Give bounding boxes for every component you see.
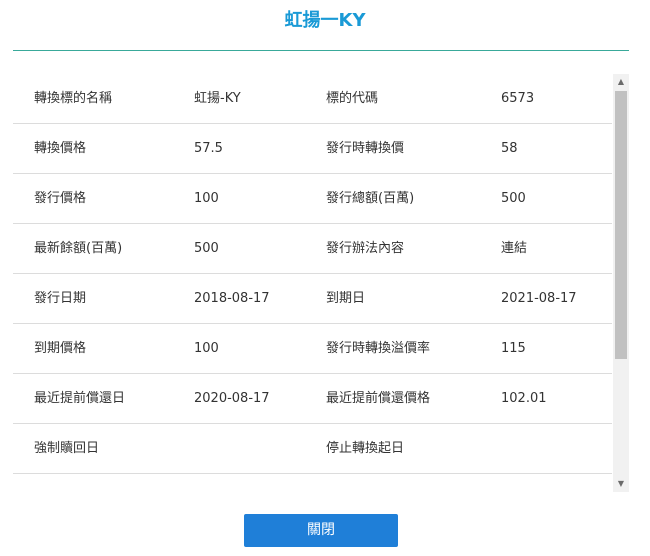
field-label: 轉換標的名稱	[34, 91, 113, 106]
field-label: 發行時轉換價	[326, 141, 405, 156]
field-value: 2020-08-17	[194, 391, 270, 406]
field-label: 發行總額(百萬)	[326, 191, 415, 206]
field-label: 發行辦法內容	[326, 241, 405, 256]
field-value: 100	[194, 341, 219, 356]
field-label: 發行價格	[34, 191, 87, 206]
field-label: 發行時轉換溢價率	[326, 341, 431, 356]
field-value: 2021-08-17	[501, 291, 577, 306]
table-row: 發行價格 100 發行總額(百萬) 500	[13, 174, 612, 224]
field-label: 停止轉換起日	[326, 441, 405, 456]
issue-terms-link[interactable]: 連結	[501, 224, 527, 273]
field-value: 57.5	[194, 141, 223, 156]
field-label: 強制贖回日	[34, 441, 100, 456]
field-value: 58	[501, 141, 518, 156]
scroll-up-arrow-icon[interactable]: ▲	[613, 74, 629, 90]
field-value: 115	[501, 341, 526, 356]
field-label: 轉換價格	[34, 141, 87, 156]
field-label: 標的代碼	[326, 91, 379, 106]
table-row: 轉換價格 57.5 發行時轉換價 58	[13, 124, 612, 174]
field-label: 到期日	[326, 291, 366, 306]
field-label: 最近提前償還價格	[326, 391, 431, 406]
table-row: 最新餘額(百萬) 500 發行辦法內容 連結	[13, 224, 612, 274]
title-divider	[13, 50, 629, 51]
field-label: 最近提前償還日	[34, 391, 126, 406]
detail-table: 轉換標的名稱 虹揚-KY 標的代碼 6573 轉換價格 57.5 發行時轉換價 58 發行價格 1…	[13, 74, 612, 492]
table-row	[13, 474, 612, 492]
field-value: 500	[194, 241, 219, 256]
close-button[interactable]: 關閉	[244, 514, 398, 547]
field-value: 102.01	[501, 391, 547, 406]
field-value: 500	[501, 191, 526, 206]
field-value: 2018-08-17	[194, 291, 270, 306]
vertical-scrollbar[interactable]: ▲ ▼	[613, 74, 629, 492]
field-value: 100	[194, 191, 219, 206]
table-row: 發行日期 2018-08-17 到期日 2021-08-17	[13, 274, 612, 324]
table-row: 到期價格 100 發行時轉換溢價率 115	[13, 324, 612, 374]
table-row: 轉換標的名稱 虹揚-KY 標的代碼 6573	[13, 74, 612, 124]
field-value: 6573	[501, 91, 535, 106]
table-row: 強制贖回日 停止轉換起日	[13, 424, 612, 474]
field-label: 到期價格	[34, 341, 87, 356]
field-label: 發行日期	[34, 291, 87, 306]
detail-table-container[interactable]: 轉換標的名稱 虹揚-KY 標的代碼 6573 轉換價格 57.5 發行時轉換價 58 發行價格 1…	[13, 74, 629, 492]
scroll-down-arrow-icon[interactable]: ▼	[613, 476, 629, 492]
field-value: 虹揚-KY	[194, 91, 241, 106]
dialog-title: 虹揚一KY	[284, 10, 366, 31]
scroll-thumb[interactable]	[615, 91, 627, 359]
table-row: 最近提前償還日 2020-08-17 最近提前償還價格 102.01	[13, 374, 612, 424]
cb-detail-dialog: 虹揚一KY 轉換標的名稱 虹揚-KY 標的代碼 6573 轉換價格 57.5 發行時轉換價 5…	[0, 0, 650, 556]
field-label: 最新餘額(百萬)	[34, 241, 123, 256]
